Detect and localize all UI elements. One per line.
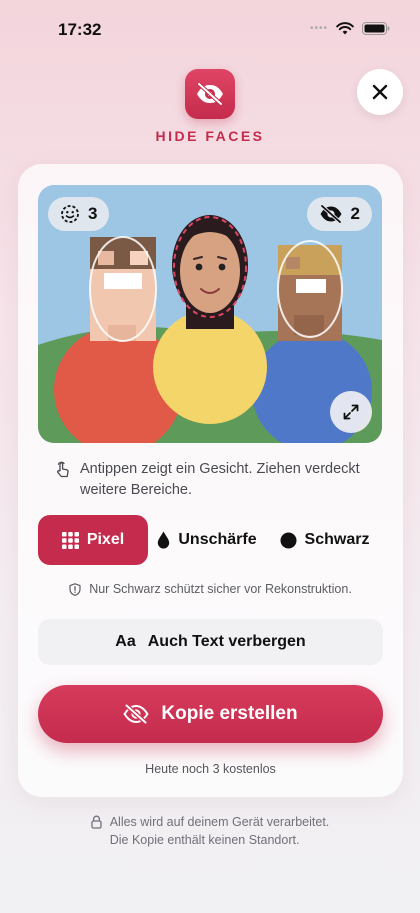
mode-pixel-button[interactable]: Pixel xyxy=(38,515,148,565)
create-copy-button[interactable]: Kopie erstellen xyxy=(38,685,383,743)
privacy-footer: Alles wird auf deinem Gerät verarbeitet.… xyxy=(0,813,420,849)
status-bar: 17:32 •••• xyxy=(0,0,420,60)
app-title: HIDE FACES xyxy=(155,128,265,144)
mode-pixel-label: Pixel xyxy=(86,531,125,548)
status-time: 17:32 xyxy=(58,20,102,39)
battery-icon xyxy=(362,22,390,35)
main-card: 3 2 Antippen zeigt ein Gesicht. Ziehen v… xyxy=(18,164,403,797)
expand-icon xyxy=(343,404,359,420)
hidden-count-badge: 2 xyxy=(306,197,372,231)
close-icon xyxy=(372,84,388,100)
wifi-icon xyxy=(336,22,354,35)
face-icon xyxy=(61,205,79,223)
app-logo xyxy=(185,69,235,119)
close-button[interactable] xyxy=(357,69,403,115)
footer-line-1: Alles wird auf deinem Gerät verarbeitet. xyxy=(109,815,330,829)
mode-black-button[interactable]: Schwarz xyxy=(266,515,383,565)
faces-count-badge: 3 xyxy=(48,197,110,231)
gesture-hint: Antippen zeigt ein Gesicht. Ziehen verde… xyxy=(54,459,374,501)
hide-text-toggle[interactable]: Aa Auch Text verbergen xyxy=(38,619,383,665)
drop-icon xyxy=(158,531,170,549)
mode-blur-button[interactable]: Unschärfe xyxy=(148,515,266,565)
lock-icon xyxy=(91,815,102,829)
text-icon: Aa xyxy=(115,633,136,650)
status-icons: •••• xyxy=(310,22,390,35)
eye-slash-icon xyxy=(197,83,223,105)
footer-line-2: Die Kopie enthält keinen Standort. xyxy=(109,833,300,847)
circle-icon xyxy=(280,532,297,548)
protection-note: Nur Schwarz schützt sicher vor Rekonstru… xyxy=(18,582,403,596)
hidden-count: 2 xyxy=(350,204,360,223)
signal-dots-icon: •••• xyxy=(309,23,328,34)
photo-preview[interactable]: 3 2 xyxy=(38,185,382,443)
pixel-grid-icon xyxy=(61,531,79,549)
eye-slash-icon xyxy=(319,205,342,223)
hint-text: Antippen zeigt ein Gesicht. Ziehen verde… xyxy=(80,461,360,498)
mode-black-label: Schwarz xyxy=(304,531,370,548)
hide-text-label: Auch Text verbergen xyxy=(147,633,306,650)
mode-blur-label: Unschärfe xyxy=(178,531,257,548)
expand-button[interactable] xyxy=(330,391,372,433)
protection-note-text: Nur Schwarz schützt sicher vor Rekonstru… xyxy=(89,582,352,596)
shield-icon xyxy=(69,582,81,596)
quota-text: Heute noch 3 kostenlos xyxy=(145,762,276,776)
redaction-mode-selector: Pixel Unschärfe Schwarz xyxy=(38,515,383,565)
eye-slash-icon xyxy=(123,704,149,724)
visible-face-middle xyxy=(180,229,240,313)
tap-hand-icon xyxy=(57,461,69,478)
faces-count: 3 xyxy=(88,204,98,223)
create-copy-label: Kopie erstellen xyxy=(161,703,298,724)
